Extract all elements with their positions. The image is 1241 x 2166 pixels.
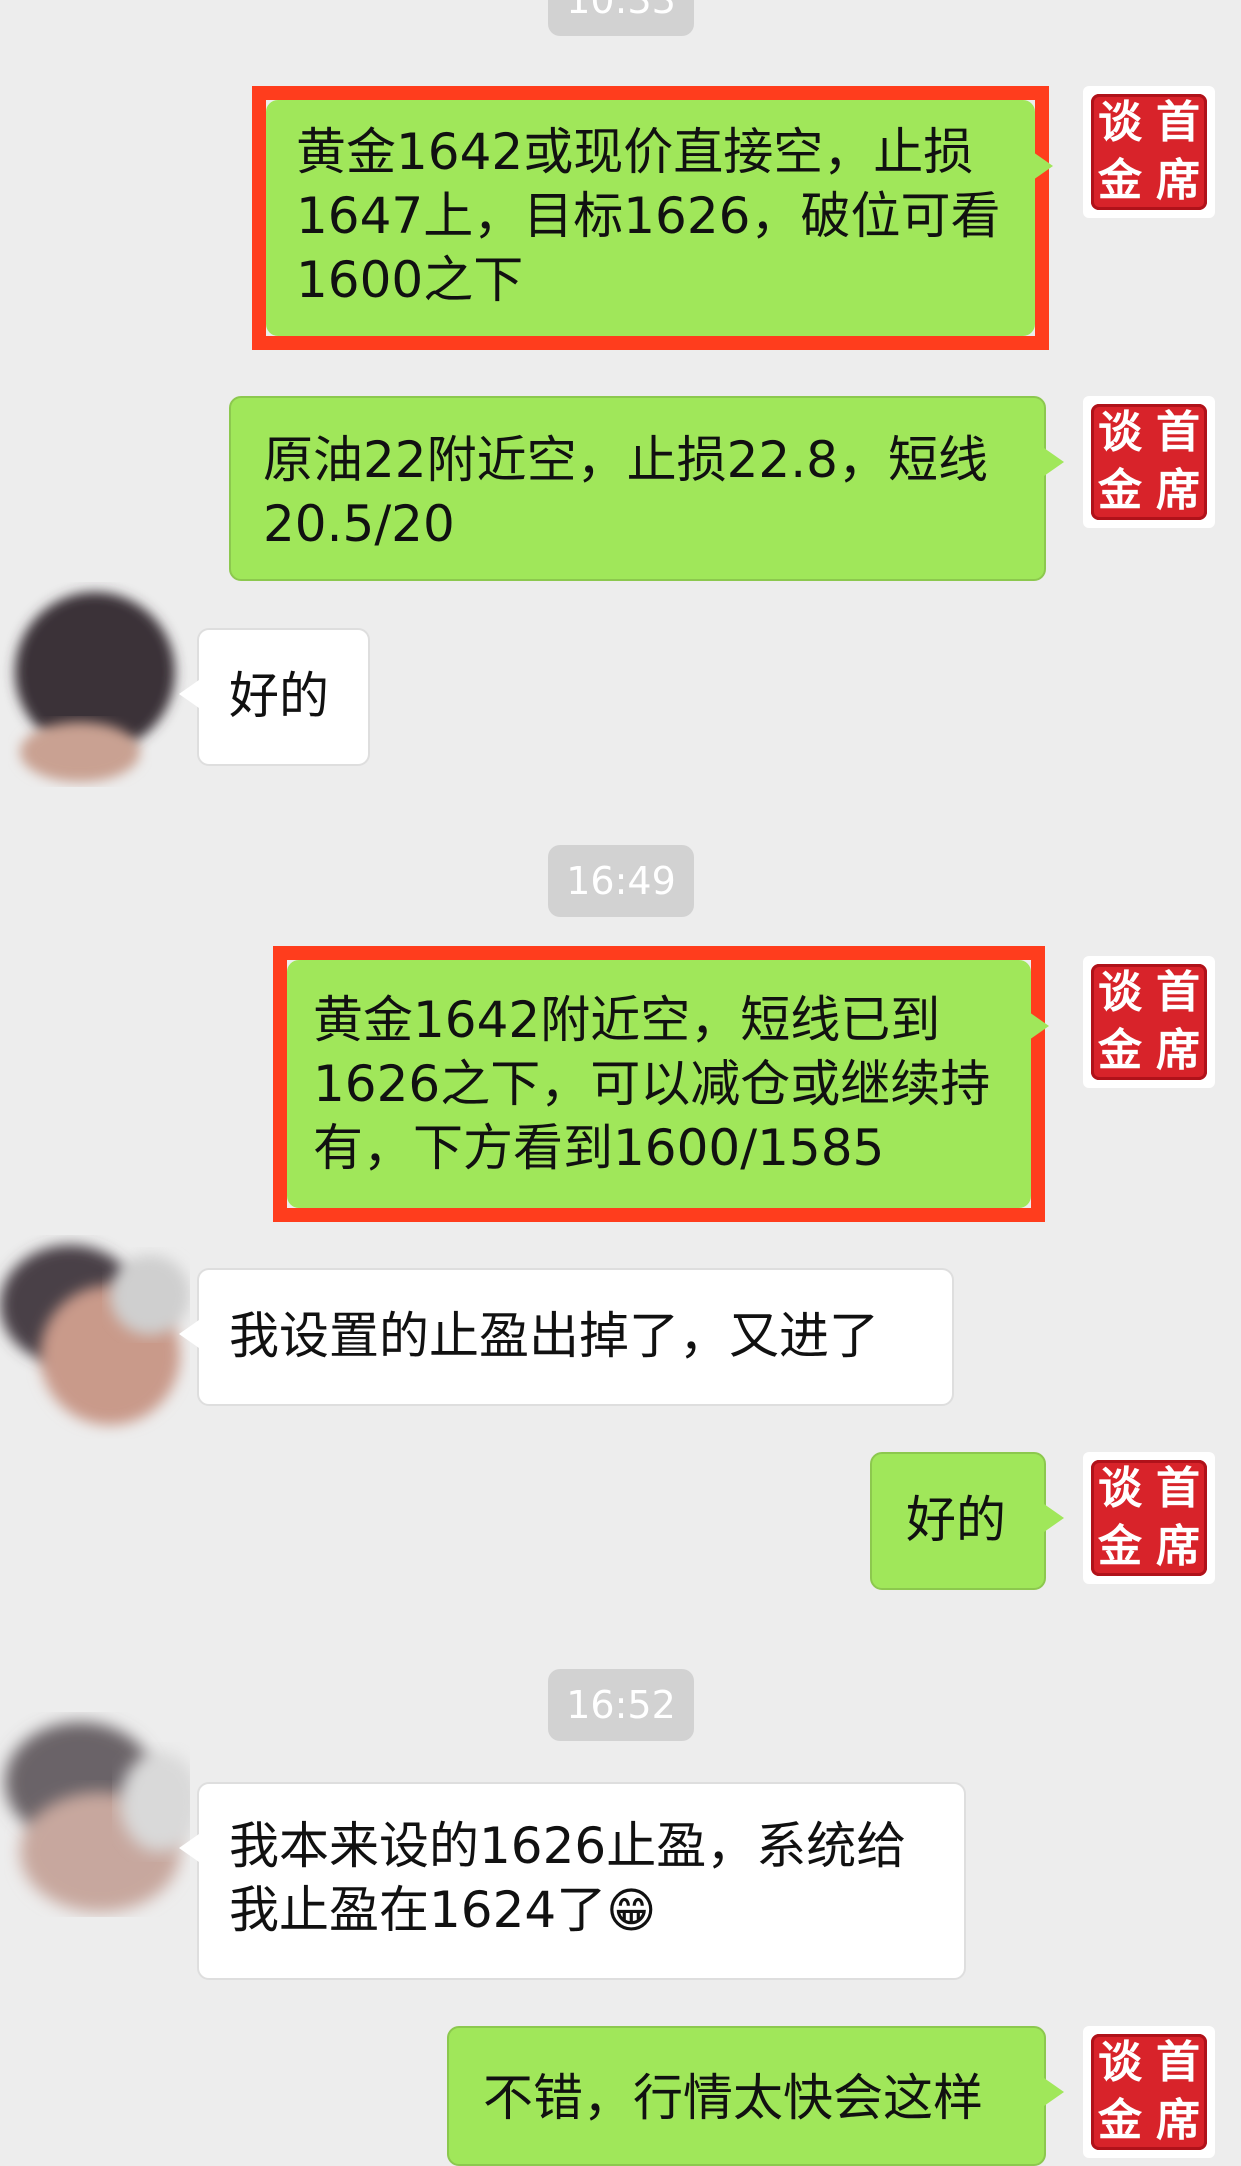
message-bubble-outgoing[interactable]: 黄金1642附近空，短线已到1626之下，可以减仓或继续持有，下方看到1600/… <box>287 960 1049 1208</box>
message-text: 我本来设的1626止盈，系统给我止盈在1624了 <box>229 1817 907 1939</box>
avatar-contact[interactable] <box>0 1712 190 1917</box>
message-bubble-outgoing[interactable]: 不错，行情太快会这样 <box>447 2026 1064 2166</box>
seal-logo: 谈首 金席 <box>1091 404 1207 520</box>
avatar-contact[interactable] <box>0 1235 190 1440</box>
seal-logo: 谈首 金席 <box>1091 964 1207 1080</box>
seal-logo: 谈首 金席 <box>1091 94 1207 210</box>
seal-logo: 谈首 金席 <box>1091 2034 1207 2150</box>
message-bubble-incoming[interactable]: 我本来设的1626止盈，系统给我止盈在1624了😁 <box>179 1782 966 1980</box>
message-bubble-outgoing[interactable]: 好的 <box>870 1452 1064 1590</box>
message-text: 好的 <box>906 1491 1006 1549</box>
message-bubble-outgoing[interactable]: 原油22附近空，止损22.8，短线20.5/20 <box>229 396 1064 581</box>
message-bubble-outgoing[interactable]: 黄金1642或现价直接空，止损1647上，目标1626，破位可看1600之下 <box>266 100 1053 336</box>
message-text: 黄金1642附近空，短线已到1626之下，可以减仓或继续持有，下方看到1600/… <box>313 991 991 1177</box>
message-bubble-incoming[interactable]: 好的 <box>179 628 370 766</box>
message-text: 不错，行情太快会这样 <box>483 2069 983 2127</box>
avatar-self[interactable]: 谈首 金席 <box>1083 2026 1215 2158</box>
avatar-contact[interactable] <box>0 582 190 787</box>
message-text: 原油22附近空，止损22.8，短线20.5/20 <box>263 431 988 553</box>
avatar-self[interactable]: 谈首 金席 <box>1083 956 1215 1088</box>
avatar-self[interactable]: 谈首 金席 <box>1083 86 1215 218</box>
message-text: 我设置的止盈出掉了，又进了 <box>229 1307 879 1365</box>
timestamp-1: 10:33 <box>548 0 694 36</box>
timestamp-2: 16:49 <box>548 845 694 917</box>
message-text: 黄金1642或现价直接空，止损1647上，目标1626，破位可看1600之下 <box>296 123 1001 309</box>
timestamp-3: 16:52 <box>548 1669 694 1741</box>
grinning-face-icon: 😁 <box>606 1883 657 1939</box>
message-bubble-incoming[interactable]: 我设置的止盈出掉了，又进了 <box>179 1268 954 1406</box>
avatar-self[interactable]: 谈首 金席 <box>1083 396 1215 528</box>
message-text: 好的 <box>229 667 329 725</box>
avatar-self[interactable]: 谈首 金席 <box>1083 1452 1215 1584</box>
seal-logo: 谈首 金席 <box>1091 1460 1207 1576</box>
